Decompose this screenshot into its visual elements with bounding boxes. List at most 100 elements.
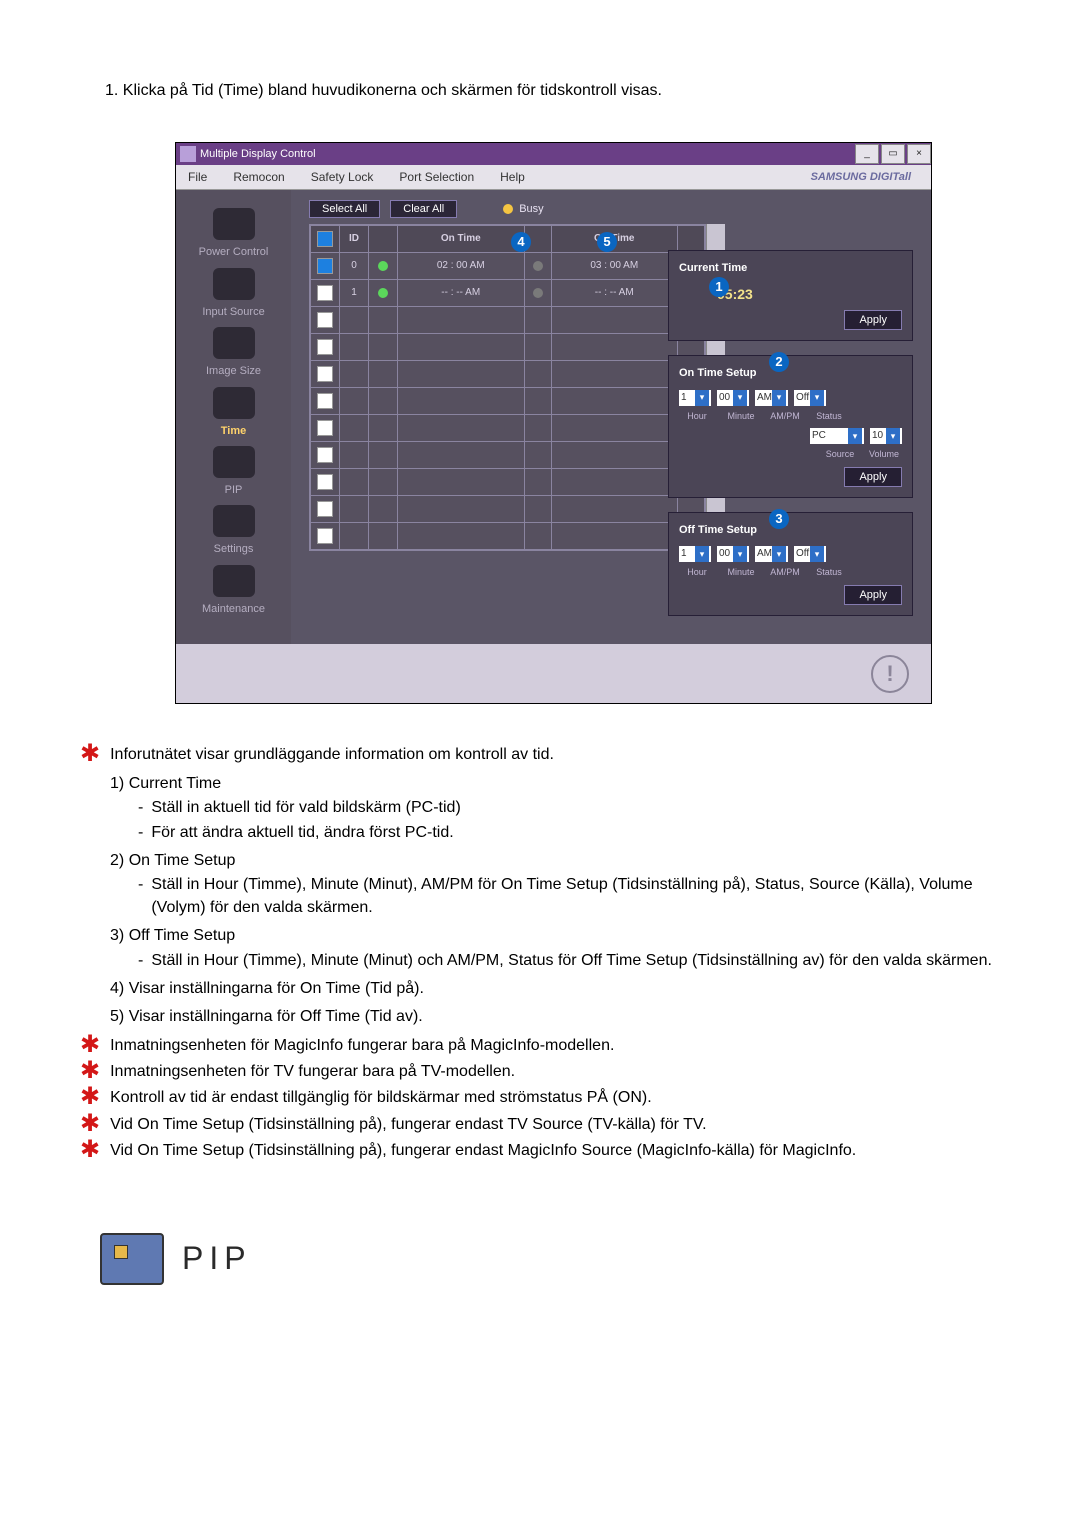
minimize-icon[interactable]: _: [855, 144, 879, 164]
on-time-title: On Time Setup: [679, 366, 902, 381]
star-icon: ✱: [80, 1035, 100, 1057]
header-checkbox[interactable]: [317, 231, 333, 247]
hour-select[interactable]: 1▾: [679, 390, 711, 406]
apply-button[interactable]: Apply: [844, 310, 902, 330]
chevron-down-icon: ▾: [733, 390, 747, 406]
busy-label: Busy: [519, 202, 543, 217]
select-all-button[interactable]: Select All: [309, 200, 380, 218]
main-area: Select All Clear All Busy 4 5 ID: [291, 190, 931, 644]
clear-all-button[interactable]: Clear All: [390, 200, 457, 218]
app-window: Multiple Display Control _ ▭ × File Remo…: [175, 142, 932, 704]
table-row[interactable]: 1 -- : -- AM -- : -- AM: [311, 280, 705, 307]
titlebar: Multiple Display Control _ ▭ ×: [176, 143, 931, 165]
sidebar-item-input[interactable]: Input Source: [176, 302, 291, 323]
maximize-icon[interactable]: ▭: [881, 144, 905, 164]
sidebar-item-settings[interactable]: Settings: [176, 539, 291, 560]
hour-select[interactable]: 1▾: [679, 546, 711, 562]
chevron-down-icon: ▾: [886, 428, 900, 444]
settings-icon[interactable]: [213, 505, 255, 537]
cell-offtime: -- : -- AM: [551, 280, 678, 307]
brand-logo: SAMSUNG DIGITall: [805, 167, 917, 188]
time-icon[interactable]: [213, 387, 255, 419]
row-checkbox[interactable]: [317, 393, 333, 409]
minute-select[interactable]: 00▾: [717, 546, 749, 562]
minute-select[interactable]: 00▾: [717, 390, 749, 406]
row-checkbox[interactable]: [317, 312, 333, 328]
list-label: Visar inställningarna för Off Time (Tid …: [129, 1008, 423, 1025]
star-icon: ✱: [80, 1061, 100, 1083]
off-time-title: Off Time Setup: [679, 523, 902, 538]
menu-remocon[interactable]: Remocon: [227, 166, 290, 189]
sidebar-item-imagesize[interactable]: Image Size: [176, 361, 291, 382]
menu-help[interactable]: Help: [494, 166, 531, 189]
star-icon: ✱: [80, 1087, 100, 1109]
section-title: PIP: [182, 1236, 252, 1281]
note-text: Vid On Time Setup (Tidsinställning på), …: [110, 1114, 1020, 1136]
menubar: File Remocon Safety Lock Port Selection …: [176, 165, 931, 190]
sidebar-item-pip[interactable]: PIP: [176, 480, 291, 501]
menu-portselection[interactable]: Port Selection: [393, 166, 480, 189]
col-id: ID: [340, 226, 369, 253]
sidebar-item-maintenance[interactable]: Maintenance: [176, 599, 291, 620]
on-time-panel: 2 On Time Setup 1▾ 00▾ AM▾ Off▾ HourMinu…: [668, 355, 913, 498]
source-select[interactable]: PC▾: [810, 428, 864, 444]
note-text: Inforutnätet visar grundläggande informa…: [110, 744, 1020, 766]
status-bar: !: [176, 644, 931, 704]
callout-3: 3: [769, 509, 789, 529]
sub-text: Ställ in aktuell tid för vald bildskärm …: [151, 797, 1020, 819]
row-checkbox[interactable]: [317, 501, 333, 517]
row-checkbox[interactable]: [317, 420, 333, 436]
row-checkbox[interactable]: [317, 285, 333, 301]
list-num: 3): [110, 927, 124, 944]
list-num: 1): [110, 775, 124, 792]
note-text: Kontroll av tid är endast tillgänglig fö…: [110, 1087, 1020, 1109]
row-checkbox[interactable]: [317, 528, 333, 544]
col-ontime: On Time: [398, 226, 525, 253]
chevron-down-icon: ▾: [848, 428, 862, 444]
status-select[interactable]: Off▾: [794, 390, 826, 406]
imagesize-icon[interactable]: [213, 327, 255, 359]
apply-button[interactable]: Apply: [844, 585, 902, 605]
busy-icon: [503, 204, 513, 214]
led-icon: [533, 261, 543, 271]
ampm-select[interactable]: AM▾: [755, 546, 788, 562]
close-icon[interactable]: ×: [907, 144, 931, 164]
list-num: 2): [110, 852, 124, 869]
col-led2: [678, 226, 705, 253]
pip-section: PIP: [100, 1233, 1020, 1285]
sidebar-item-power[interactable]: Power Control: [176, 242, 291, 263]
row-checkbox[interactable]: [317, 447, 333, 463]
pip-icon[interactable]: [213, 446, 255, 478]
status-select[interactable]: Off▾: [794, 546, 826, 562]
cell-ontime: -- : -- AM: [398, 280, 525, 307]
star-icon: ✱: [80, 1140, 100, 1162]
ampm-select[interactable]: AM▾: [755, 390, 788, 406]
sub-text: För att ändra aktuell tid, ändra först P…: [151, 822, 1020, 844]
input-icon[interactable]: [213, 268, 255, 300]
menu-file[interactable]: File: [182, 166, 213, 189]
note-text: Inmatningsenheten för MagicInfo fungerar…: [110, 1035, 1020, 1057]
sub-text: Ställ in Hour (Timme), Minute (Minut), A…: [151, 874, 1020, 919]
col-power: [369, 226, 398, 253]
intro-step: 1. Klicka på Tid (Time) bland huvudikone…: [105, 80, 1020, 102]
display-grid: ID On Time Off Time 0 02 : 00 AM: [309, 224, 706, 551]
row-checkbox[interactable]: [317, 258, 333, 274]
power-icon[interactable]: [213, 208, 255, 240]
row-checkbox[interactable]: [317, 339, 333, 355]
window-title: Multiple Display Control: [200, 147, 853, 162]
power-led-icon: [378, 288, 388, 298]
volume-select[interactable]: 10▾: [870, 428, 902, 444]
pip-section-icon: [100, 1233, 164, 1285]
table-row[interactable]: 0 02 : 00 AM 03 : 00 AM: [311, 253, 705, 280]
chevron-down-icon: ▾: [810, 390, 824, 406]
maintenance-icon[interactable]: [213, 565, 255, 597]
row-checkbox[interactable]: [317, 474, 333, 490]
cell-offtime: 03 : 00 AM: [551, 253, 678, 280]
row-checkbox[interactable]: [317, 366, 333, 382]
led-icon: [533, 288, 543, 298]
list-label: Current Time: [129, 775, 221, 792]
menu-safetylock[interactable]: Safety Lock: [305, 166, 380, 189]
current-time-title: Current Time: [679, 261, 902, 276]
apply-button[interactable]: Apply: [844, 467, 902, 487]
sidebar-item-time[interactable]: Time: [176, 421, 291, 442]
